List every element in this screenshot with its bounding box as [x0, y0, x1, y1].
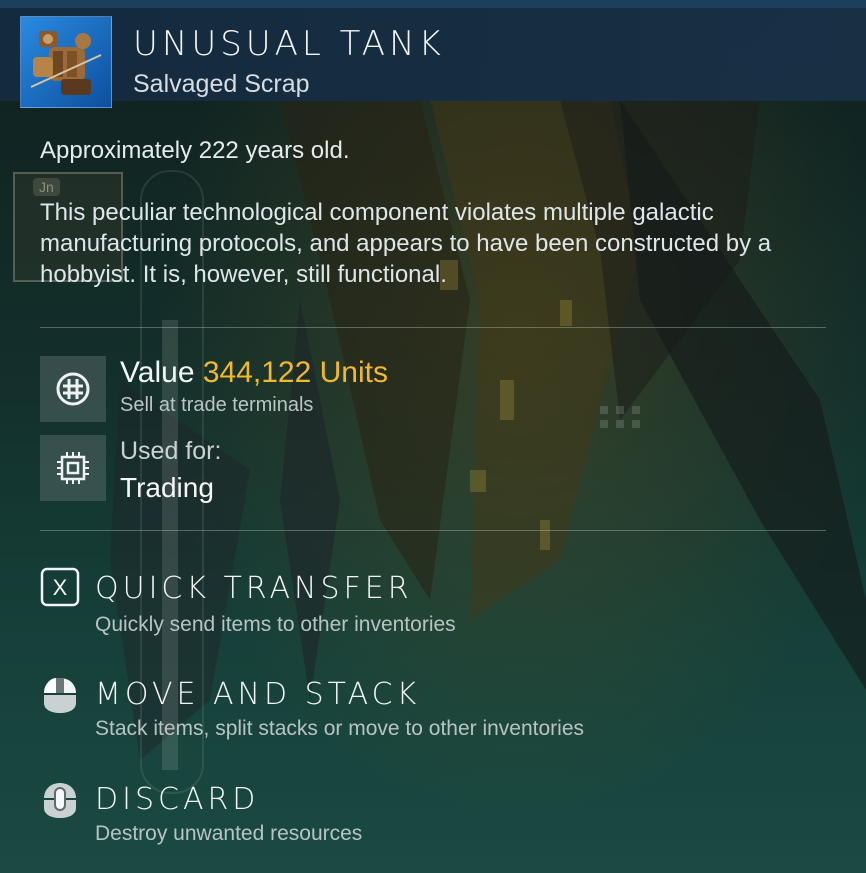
quick-transfer-title: QUICK TRANSFER [95, 571, 413, 606]
move-and-stack-subtext: Stack items, split stacks or move to oth… [95, 717, 585, 740]
item-age: Approximately 222 years old. [40, 137, 350, 165]
divider-top [40, 327, 826, 328]
item-subtitle: Salvaged Scrap [133, 70, 310, 98]
age-prefix: Approximately [40, 137, 199, 164]
item-title: UNUSUAL TANK [133, 24, 445, 64]
x-key-label: X [53, 575, 68, 600]
divider-bottom [40, 530, 826, 531]
move-and-stack-title: MOVE AND STACK [95, 677, 421, 712]
item-header: UNUSUAL TANK Salvaged Scrap [0, 8, 866, 108]
value-line: Value 344,122 Units [120, 356, 388, 390]
chip-icon [40, 435, 106, 501]
value-amount: 344,122 Units [202, 356, 388, 389]
used-for-value: Trading [120, 472, 214, 503]
age-value: 222 [198, 137, 239, 164]
item-description: This peculiar technological component vi… [40, 199, 772, 288]
salvaged-tank-icon [20, 16, 112, 108]
age-suffix: years old. [238, 137, 350, 164]
value-label: Value [120, 356, 195, 389]
mouse-middle-icon [40, 780, 80, 820]
quick-transfer-subtext: Quickly send items to other inventories [95, 613, 456, 636]
used-for-label: Used for: [120, 437, 222, 465]
units-currency-icon [40, 356, 106, 422]
discard-subtext: Destroy unwanted resources [95, 822, 363, 845]
top-accent-strip [0, 0, 866, 8]
value-subtext: Sell at trade terminals [120, 394, 314, 416]
mouse-left-icon [40, 675, 80, 715]
item-details-panel: Approximately 222 years old. This peculi… [0, 101, 866, 873]
x-key-icon: X [40, 567, 80, 607]
discard-title: DISCARD [95, 782, 260, 817]
